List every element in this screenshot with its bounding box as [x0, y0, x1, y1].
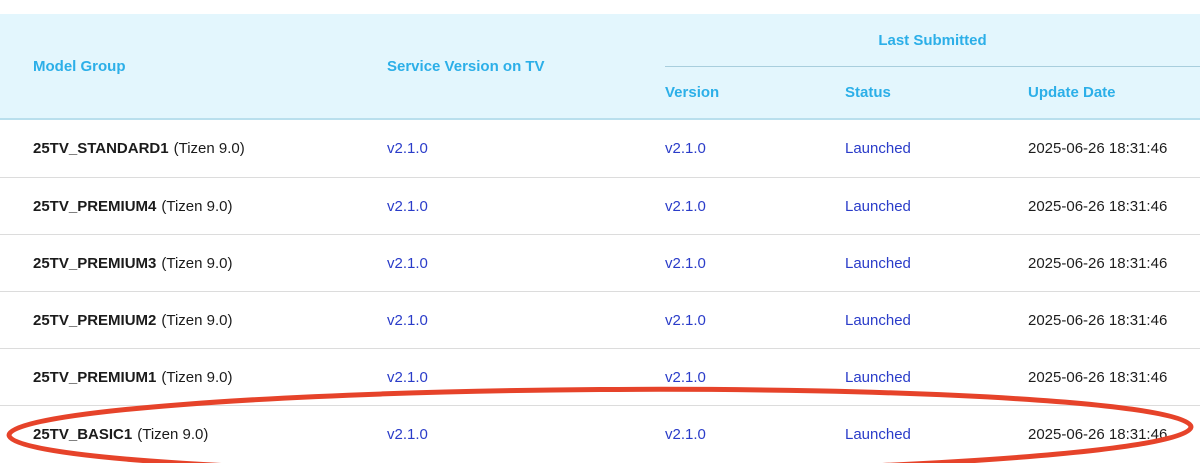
service-version-cell: v2.1.0: [354, 178, 632, 234]
model-group-cell: 25TV_PREMIUM3 (Tizen 9.0): [0, 235, 354, 291]
model-platform: (Tizen 9.0): [161, 254, 233, 272]
service-version-link[interactable]: v2.1.0: [387, 426, 428, 443]
service-version-link[interactable]: v2.1.0: [387, 198, 428, 215]
service-version-link[interactable]: v2.1.0: [387, 140, 428, 157]
submitted-version-link[interactable]: v2.1.0: [665, 140, 706, 157]
table-header: Model Group Service Version on TV Last S…: [0, 14, 1200, 120]
submitted-version-cell: v2.1.0: [632, 235, 812, 291]
column-header-service-version: Service Version on TV: [354, 14, 632, 118]
status-value: Launched: [845, 197, 911, 215]
column-header-status-label: Status: [845, 84, 891, 101]
column-header-model-group: Model Group: [0, 14, 354, 118]
submitted-version-link[interactable]: v2.1.0: [665, 255, 706, 272]
table-row-highlighted: 25TV_BASIC1 (Tizen 9.0) v2.1.0 v2.1.0 La…: [0, 405, 1200, 462]
update-date-value: 2025-06-26 18:31:46: [1028, 368, 1168, 386]
submitted-version-link[interactable]: v2.1.0: [665, 198, 706, 215]
submitted-version-link[interactable]: v2.1.0: [665, 369, 706, 386]
column-header-update-date: Update Date: [995, 67, 1200, 118]
update-date-cell: 2025-06-26 18:31:46: [995, 235, 1200, 291]
model-group-cell: 25TV_PREMIUM1 (Tizen 9.0): [0, 349, 354, 405]
column-header-last-submitted: Last Submitted: [632, 14, 1200, 66]
model-group-table-page: Model Group Service Version on TV Last S…: [0, 0, 1200, 463]
service-version-link[interactable]: v2.1.0: [387, 312, 428, 329]
column-group-last-submitted: Last Submitted Version Status Update Dat…: [632, 14, 1200, 118]
model-group-cell: 25TV_BASIC1 (Tizen 9.0): [0, 406, 354, 462]
last-submitted-subheaders: Version Status Update Date: [632, 67, 1200, 118]
model-name: 25TV_PREMIUM1: [33, 368, 157, 386]
update-date-cell: 2025-06-26 18:31:46: [995, 292, 1200, 348]
service-version-link[interactable]: v2.1.0: [387, 369, 428, 386]
model-name: 25TV_STANDARD1: [33, 140, 169, 157]
column-header-model-group-label: Model Group: [33, 57, 126, 75]
update-date-cell: 2025-06-26 18:31:46: [995, 120, 1200, 177]
update-date-value: 2025-06-26 18:31:46: [1028, 311, 1168, 329]
service-version-cell: v2.1.0: [354, 406, 632, 462]
submitted-version-cell: v2.1.0: [632, 349, 812, 405]
status-value: Launched: [845, 254, 911, 272]
model-platform: (Tizen 9.0): [137, 425, 209, 443]
service-version-cell: v2.1.0: [354, 292, 632, 348]
column-header-last-submitted-label: Last Submitted: [878, 31, 987, 49]
update-date-value: 2025-06-26 18:31:46: [1028, 425, 1168, 443]
status-cell: Launched: [812, 178, 995, 234]
status-value: Launched: [845, 140, 911, 157]
table-row: 25TV_PREMIUM2 (Tizen 9.0) v2.1.0 v2.1.0 …: [0, 291, 1200, 348]
submitted-version-cell: v2.1.0: [632, 406, 812, 462]
model-group-cell: 25TV_STANDARD1 (Tizen 9.0): [0, 120, 354, 177]
service-version-link[interactable]: v2.1.0: [387, 255, 428, 272]
column-header-service-version-label: Service Version on TV: [387, 57, 545, 75]
update-date-value: 2025-06-26 18:31:46: [1028, 197, 1168, 215]
column-header-version: Version: [632, 67, 812, 118]
submitted-version-cell: v2.1.0: [632, 178, 812, 234]
status-value: Launched: [845, 311, 911, 329]
table-row: 25TV_PREMIUM1 (Tizen 9.0) v2.1.0 v2.1.0 …: [0, 348, 1200, 405]
table-row: 25TV_PREMIUM3 (Tizen 9.0) v2.1.0 v2.1.0 …: [0, 234, 1200, 291]
model-name: 25TV_BASIC1: [33, 425, 133, 443]
status-value: Launched: [845, 368, 911, 386]
model-platform: (Tizen 9.0): [161, 197, 233, 215]
model-platform: (Tizen 9.0): [161, 311, 233, 329]
status-cell: Launched: [812, 292, 995, 348]
submitted-version-cell: v2.1.0: [632, 120, 812, 177]
table-row: 25TV_STANDARD1 (Tizen 9.0) v2.1.0 v2.1.0…: [0, 120, 1200, 177]
model-group-cell: 25TV_PREMIUM2 (Tizen 9.0): [0, 292, 354, 348]
status-cell: Launched: [812, 406, 995, 462]
update-date-value: 2025-06-26 18:31:46: [1028, 140, 1168, 157]
column-header-version-label: Version: [665, 84, 720, 101]
update-date-cell: 2025-06-26 18:31:46: [995, 406, 1200, 462]
table-row: 25TV_PREMIUM4 (Tizen 9.0) v2.1.0 v2.1.0 …: [0, 177, 1200, 234]
model-platform: (Tizen 9.0): [173, 140, 245, 157]
model-group-table: Model Group Service Version on TV Last S…: [0, 14, 1200, 462]
status-cell: Launched: [812, 349, 995, 405]
update-date-cell: 2025-06-26 18:31:46: [995, 349, 1200, 405]
column-header-update-date-label: Update Date: [1028, 84, 1116, 101]
submitted-version-cell: v2.1.0: [632, 292, 812, 348]
service-version-cell: v2.1.0: [354, 235, 632, 291]
model-name: 25TV_PREMIUM2: [33, 311, 157, 329]
model-group-cell: 25TV_PREMIUM4 (Tizen 9.0): [0, 178, 354, 234]
submitted-version-link[interactable]: v2.1.0: [665, 312, 706, 329]
model-name: 25TV_PREMIUM3: [33, 254, 157, 272]
submitted-version-link[interactable]: v2.1.0: [665, 426, 706, 443]
model-name: 25TV_PREMIUM4: [33, 197, 157, 215]
model-platform: (Tizen 9.0): [161, 368, 233, 386]
status-cell: Launched: [812, 120, 995, 177]
status-cell: Launched: [812, 235, 995, 291]
service-version-cell: v2.1.0: [354, 349, 632, 405]
service-version-cell: v2.1.0: [354, 120, 632, 177]
column-header-status: Status: [812, 67, 995, 118]
update-date-cell: 2025-06-26 18:31:46: [995, 178, 1200, 234]
status-value: Launched: [845, 425, 911, 443]
update-date-value: 2025-06-26 18:31:46: [1028, 254, 1168, 272]
